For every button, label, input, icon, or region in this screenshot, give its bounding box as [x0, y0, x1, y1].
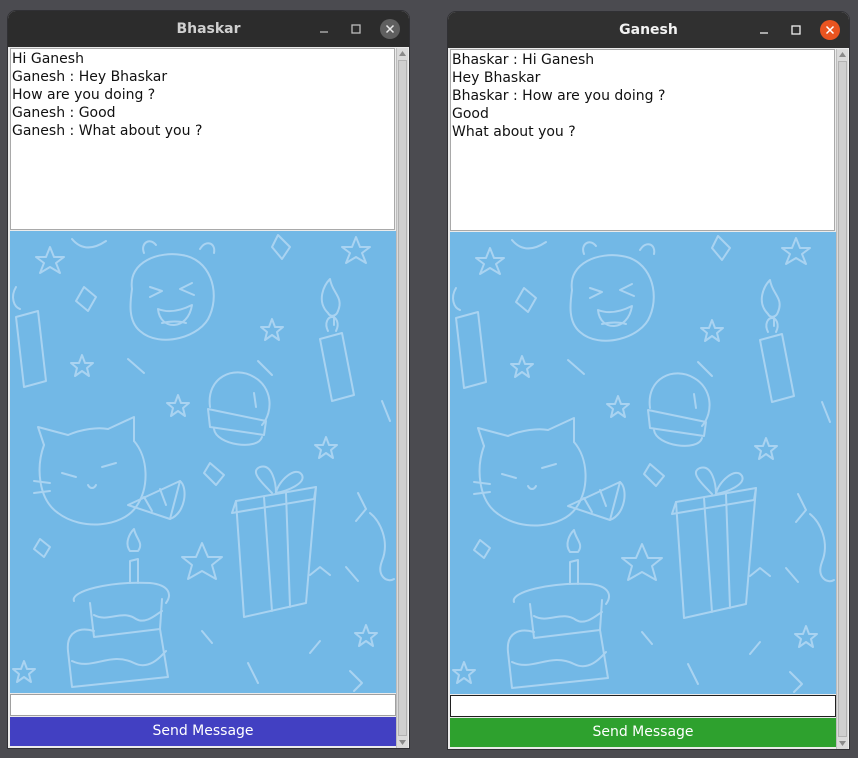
chat-wallpaper — [10, 231, 396, 693]
message-input[interactable] — [10, 694, 396, 716]
maximize-button[interactable] — [786, 20, 806, 40]
chat-wallpaper — [450, 232, 836, 694]
close-button[interactable] — [380, 19, 400, 39]
chat-log[interactable]: Bhaskar : Hi Ganesh Hey Bhaskar Bhaskar … — [450, 49, 835, 231]
scrollbar-thumb[interactable] — [398, 60, 407, 736]
title-bar[interactable]: Bhaskar — [8, 11, 409, 47]
chat-message: Good — [452, 106, 489, 122]
party-horn-icon — [567, 481, 626, 521]
candle-icon — [319, 278, 355, 402]
arrow-up-icon[interactable] — [837, 49, 848, 60]
chat-message: Ganesh : Good — [12, 105, 116, 121]
crying-face-icon — [129, 240, 216, 341]
title-bar[interactable]: Ganesh — [448, 12, 849, 48]
chat-message: What about you ? — [452, 124, 576, 140]
send-message-button[interactable]: Send Message — [450, 718, 836, 747]
arrow-down-icon[interactable] — [397, 737, 408, 748]
maximize-button[interactable] — [346, 19, 366, 39]
scrollbar-thumb[interactable] — [838, 61, 847, 737]
vertical-scrollbar[interactable] — [836, 49, 848, 749]
crystal-ball-icon — [207, 371, 271, 446]
minimize-icon — [760, 32, 768, 34]
crying-face-icon — [569, 241, 656, 342]
party-horn-icon — [127, 480, 186, 520]
chat-window-ganesh: Ganesh Bhaskar : Hi Ganesh Hey Bhaskar B… — [448, 12, 849, 749]
message-input[interactable] — [450, 695, 836, 717]
candle-icon — [759, 279, 795, 403]
close-icon — [385, 24, 395, 34]
maximize-icon — [791, 25, 801, 35]
arrow-up-icon[interactable] — [397, 48, 408, 59]
gift-box-icon — [671, 466, 757, 619]
chat-log[interactable]: Hi Ganesh Ganesh : Hey Bhaskar How are y… — [10, 48, 395, 230]
chat-message: Bhaskar : Hi Ganesh — [452, 52, 595, 68]
party-doodle-background — [452, 235, 835, 693]
close-button[interactable] — [820, 20, 840, 40]
vertical-scrollbar[interactable] — [396, 48, 408, 748]
close-icon — [825, 25, 835, 35]
chat-message: Hi Ganesh — [12, 51, 84, 67]
send-message-button[interactable]: Send Message — [10, 717, 396, 746]
cake-icon — [66, 528, 170, 688]
cat-icon — [473, 417, 587, 527]
minimize-icon — [320, 31, 328, 33]
chat-message: Hey Bhaskar — [452, 70, 541, 86]
maximize-icon — [351, 24, 361, 34]
crystal-ball-icon — [647, 372, 711, 447]
minimize-button[interactable] — [314, 19, 334, 39]
chat-message: Ganesh : Hey Bhaskar — [12, 69, 168, 85]
cake-icon — [506, 529, 610, 689]
chat-message: Bhaskar : How are you doing ? — [452, 88, 666, 104]
arrow-down-icon[interactable] — [837, 738, 848, 749]
party-doodle-background — [12, 234, 395, 692]
gift-box-icon — [231, 465, 317, 618]
minimize-button[interactable] — [754, 20, 774, 40]
chat-message: Ganesh : What about you ? — [12, 123, 203, 139]
chat-message: How are you doing ? — [12, 87, 156, 103]
cat-icon — [33, 416, 147, 526]
chat-window-bhaskar: Bhaskar Hi Ganesh Ganesh : Hey Bhaskar H… — [8, 11, 409, 748]
